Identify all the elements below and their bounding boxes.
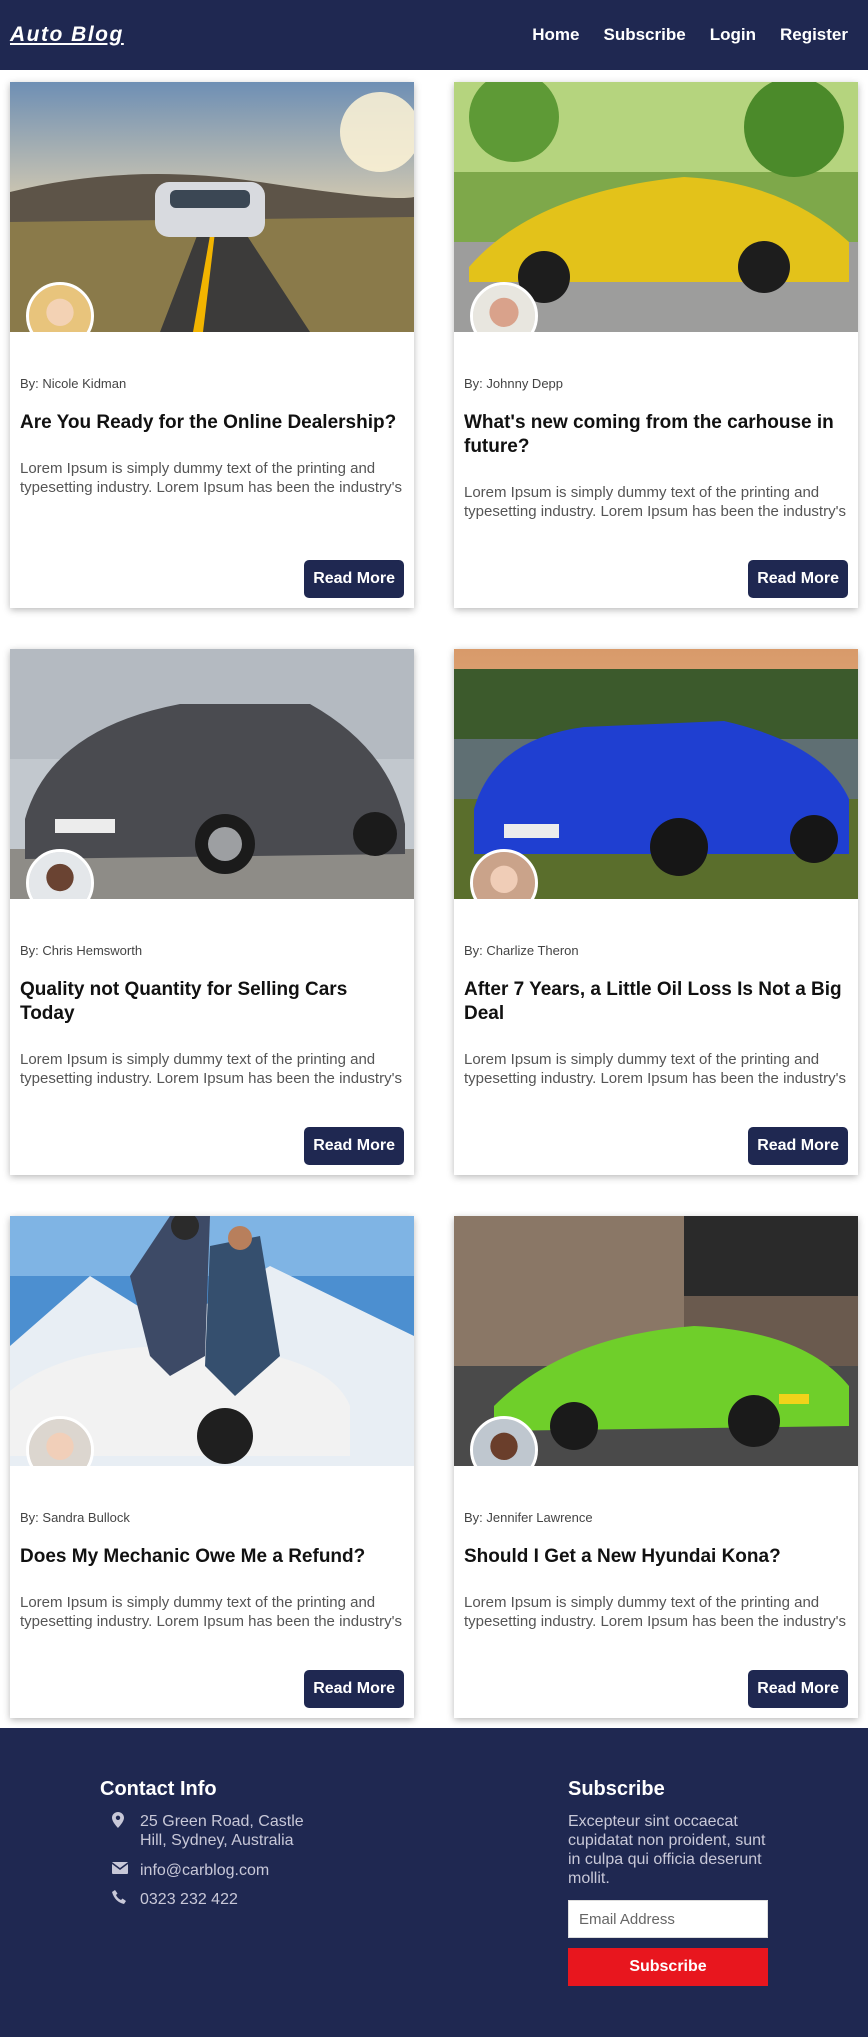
post-excerpt: Lorem Ipsum is simply dummy text of the … (464, 1051, 846, 1087)
post-card: By: Nicole Kidman Are You Ready for the … (10, 82, 414, 608)
read-more-button[interactable]: Read More (304, 1670, 404, 1708)
post-excerpt: Lorem Ipsum is simply dummy text of the … (464, 1594, 846, 1630)
nav-link-register[interactable]: Register (780, 25, 848, 45)
post-author: By: Chris Hemsworth (20, 943, 143, 958)
contact-email: info@carblog.com (111, 1861, 269, 1880)
post-image[interactable] (454, 1216, 858, 1466)
nav-link-login[interactable]: Login (710, 25, 756, 45)
post-card: By: Sandra Bullock Does My Mechanic Owe … (10, 1216, 414, 1718)
phone-icon (112, 1890, 140, 1907)
subscribe-button[interactable]: Subscribe (568, 1948, 768, 1986)
post-title[interactable]: Should I Get a New Hyundai Kona? (464, 1545, 848, 1569)
post-author: By: Nicole Kidman (20, 376, 127, 391)
contact-info-heading: Contact Info (100, 1778, 217, 1800)
post-image[interactable] (454, 649, 858, 899)
post-image[interactable] (10, 82, 414, 332)
post-card: By: Johnny Depp What's new coming from t… (454, 82, 858, 608)
post-title[interactable]: Are You Ready for the Online Dealership? (20, 411, 404, 435)
post-excerpt: Lorem Ipsum is simply dummy text of the … (20, 1594, 402, 1630)
read-more-button[interactable]: Read More (748, 1670, 848, 1708)
contact-phone: 0323 232 422 (112, 1890, 238, 1909)
envelope-icon (111, 1861, 140, 1877)
nav-link-subscribe[interactable]: Subscribe (604, 25, 686, 45)
email-input[interactable] (568, 1900, 768, 1938)
post-title[interactable]: Quality not Quantity for Selling Cars To… (20, 978, 404, 1026)
subscribe-text: Excepteur sint occaecat cupidatat non pr… (568, 1813, 766, 1887)
read-more-button[interactable]: Read More (748, 1127, 848, 1165)
read-more-button[interactable]: Read More (748, 560, 848, 598)
navbar: Auto Blog Home Subscribe Login Register (0, 0, 868, 70)
post-title[interactable]: After 7 Years, a Little Oil Loss Is Not … (464, 978, 848, 1026)
post-author: By: Jennifer Lawrence (464, 1510, 593, 1525)
post-title[interactable]: What's new coming from the carhouse in f… (464, 411, 848, 459)
post-image[interactable] (10, 1216, 414, 1466)
post-excerpt: Lorem Ipsum is simply dummy text of the … (464, 484, 846, 520)
contact-address: 25 Green Road, Castle Hill, Sydney, Aust… (112, 1812, 310, 1850)
phone-text: 0323 232 422 (140, 1891, 238, 1908)
post-author: By: Sandra Bullock (20, 1510, 130, 1525)
post-image[interactable] (10, 649, 414, 899)
read-more-button[interactable]: Read More (304, 1127, 404, 1165)
footer: Contact Info 25 Green Road, Castle Hill,… (0, 1728, 868, 2037)
post-image[interactable] (454, 82, 858, 332)
nav-links: Home Subscribe Login Register (532, 25, 858, 45)
read-more-button[interactable]: Read More (304, 560, 404, 598)
email-text[interactable]: info@carblog.com (140, 1861, 269, 1880)
nav-link-home[interactable]: Home (532, 25, 579, 45)
post-card: By: Jennifer Lawrence Should I Get a New… (454, 1216, 858, 1718)
post-card: By: Charlize Theron After 7 Years, a Lit… (454, 649, 858, 1175)
post-author: By: Johnny Depp (464, 376, 564, 391)
brand-logo[interactable]: Auto Blog (10, 23, 124, 47)
map-marker-icon (112, 1812, 140, 1831)
post-title[interactable]: Does My Mechanic Owe Me a Refund? (20, 1545, 404, 1569)
subscribe-heading: Subscribe (568, 1778, 665, 1800)
address-text: 25 Green Road, Castle Hill, Sydney, Aust… (140, 1813, 304, 1849)
post-card: By: Chris Hemsworth Quality not Quantity… (10, 649, 414, 1175)
post-excerpt: Lorem Ipsum is simply dummy text of the … (20, 460, 402, 496)
post-author: By: Charlize Theron (464, 943, 579, 958)
post-excerpt: Lorem Ipsum is simply dummy text of the … (20, 1051, 402, 1087)
